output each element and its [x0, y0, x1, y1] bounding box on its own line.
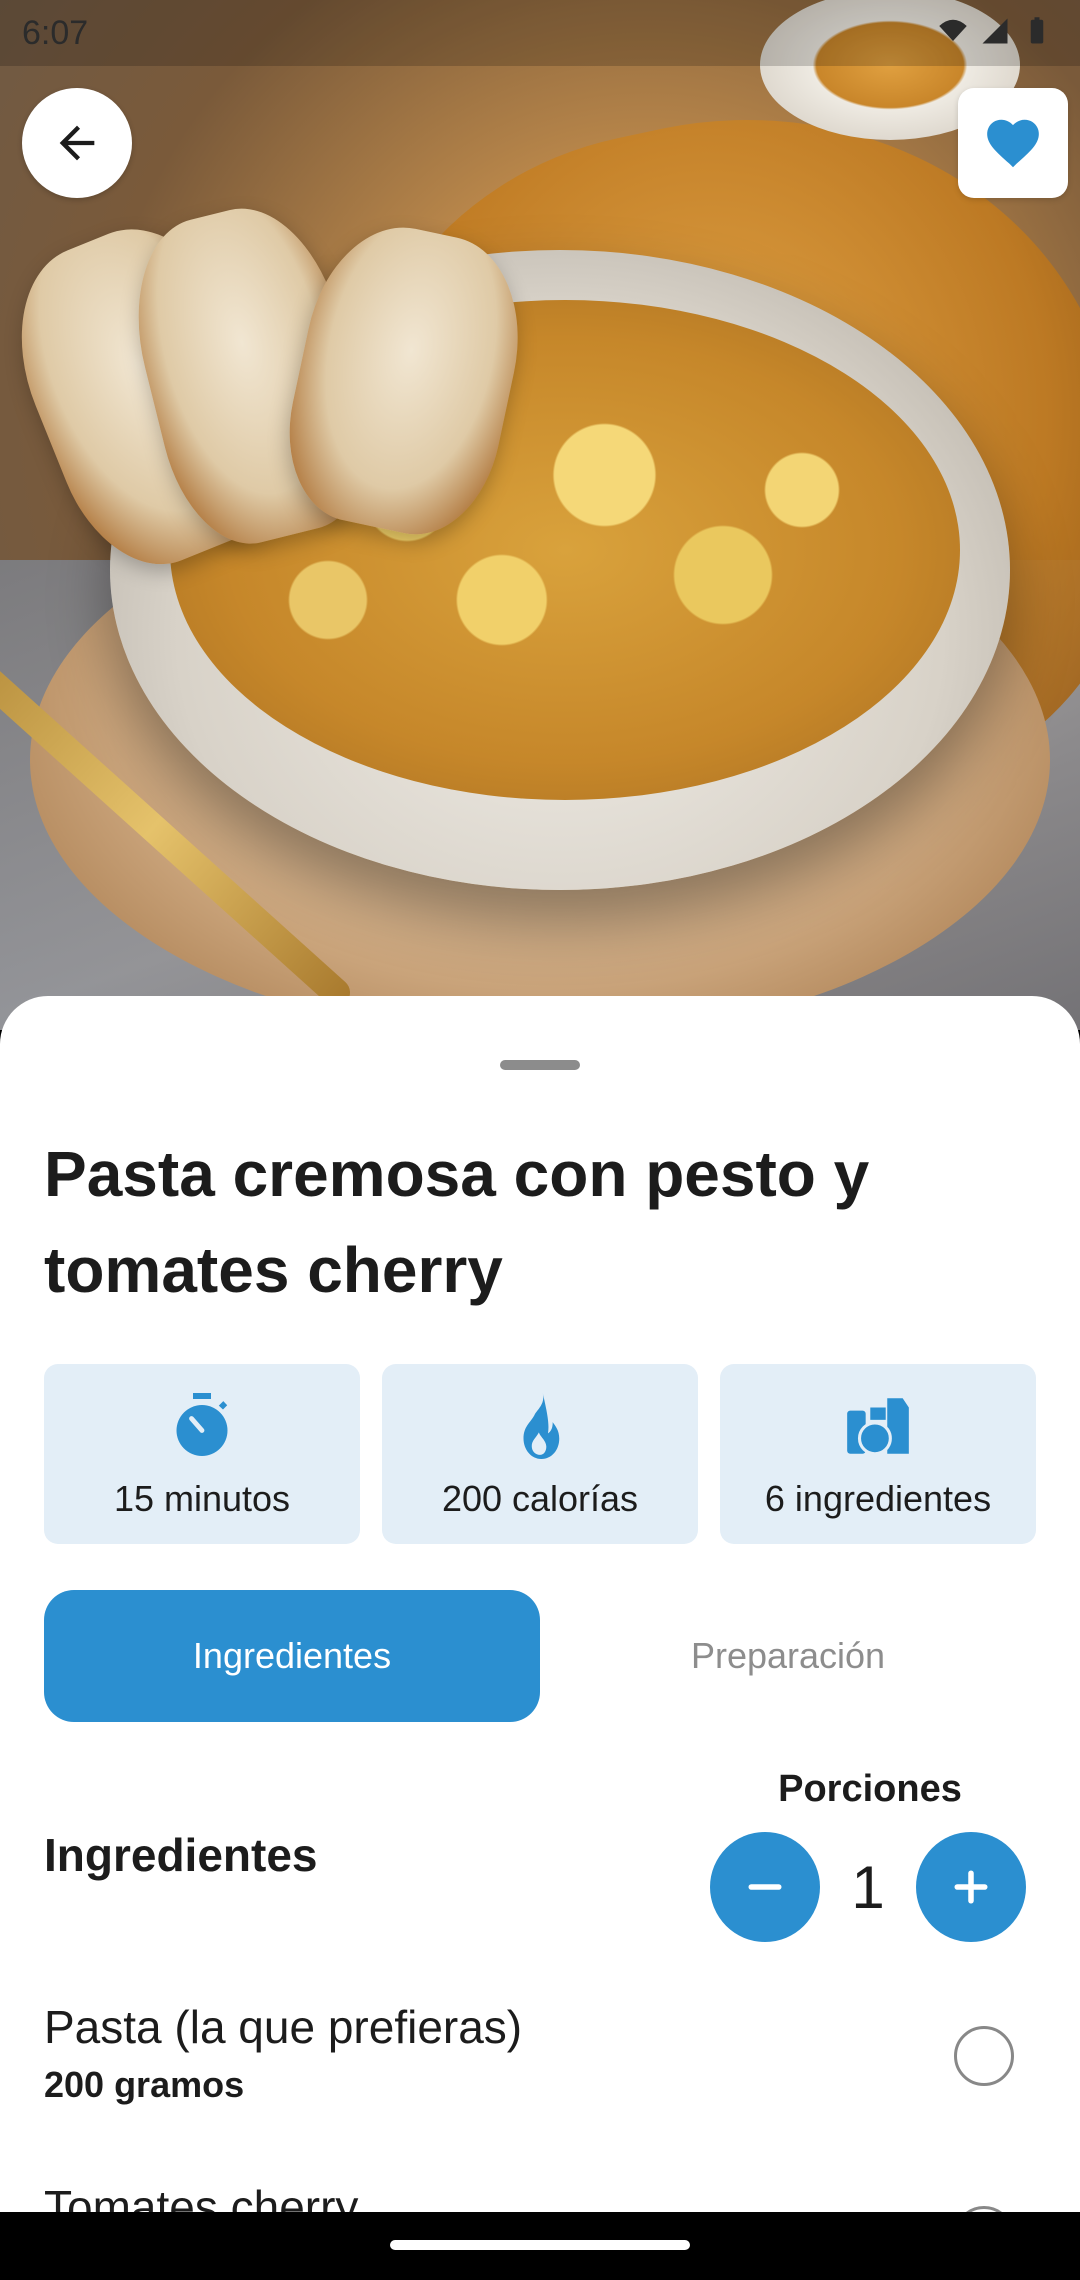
recipe-stats: 15 minutos 200 calorías 6 ingredientes	[44, 1364, 1036, 1544]
status-icons	[938, 16, 1052, 46]
ingredient-item[interactable]: Tomates cherry	[44, 2180, 1044, 2212]
heart-icon	[987, 119, 1039, 168]
recipe-hero-image	[0, 0, 1080, 1030]
ingredients-section-title: Ingredientes	[44, 1829, 318, 1881]
signal-icon	[982, 18, 1008, 44]
ingredient-amount: 200 gramos	[44, 2064, 245, 2105]
tab-ingredientes[interactable]: Ingredientes	[44, 1590, 540, 1722]
plus-icon	[954, 1870, 988, 1904]
arrow-left-icon	[59, 125, 95, 161]
wifi-icon	[939, 19, 967, 41]
home-gesture-pill[interactable]	[390, 2240, 690, 2250]
recipe-tabs: Ingredientes Preparación	[44, 1590, 1036, 1722]
stat-time: 15 minutos	[44, 1364, 360, 1544]
back-button[interactable]	[22, 88, 132, 198]
minus-icon	[748, 1884, 782, 1890]
drag-handle[interactable]	[500, 1060, 580, 1070]
recipe-sheet: Pasta cremosa con pesto y tomates cherry…	[0, 996, 1080, 2212]
ingredient-checkbox[interactable]	[954, 2026, 1014, 2086]
stat-time-label: 15 minutos	[113, 1478, 291, 1519]
stat-calories: 200 calorías	[382, 1364, 698, 1544]
tab-preparacion[interactable]: Preparación	[540, 1590, 1036, 1722]
status-time: 6:07	[22, 14, 89, 52]
increase-portions-button[interactable]	[916, 1832, 1026, 1942]
favorite-button[interactable]	[958, 88, 1068, 198]
stopwatch-icon	[164, 1388, 240, 1464]
battery-icon	[1030, 17, 1044, 44]
ingredient-name: Tomates cherry	[44, 2181, 359, 2212]
ingredient-item[interactable]: Pasta (la que prefieras) 200 gramos	[44, 2000, 1044, 2106]
recipe-title: Pasta cremosa con pesto y tomates cherry	[44, 1138, 870, 1306]
stat-ingredients-label: 6 ingredientes	[764, 1478, 992, 1519]
portions-label: Porciones	[778, 1768, 962, 1810]
flame-icon	[502, 1388, 578, 1464]
stat-calories-label: 200 calorías	[441, 1478, 639, 1519]
ingredient-name: Pasta (la que prefieras)	[44, 2001, 523, 2053]
decrease-portions-button[interactable]	[710, 1832, 820, 1942]
stat-ingredients: 6 ingredientes	[720, 1364, 1036, 1544]
navigation-bar	[0, 2212, 1080, 2280]
portions-value: 1	[851, 1853, 885, 1921]
ingredients-icon	[840, 1388, 916, 1464]
status-bar: 6:07	[0, 0, 1080, 66]
portions-stepper: 1	[710, 1832, 1026, 1942]
